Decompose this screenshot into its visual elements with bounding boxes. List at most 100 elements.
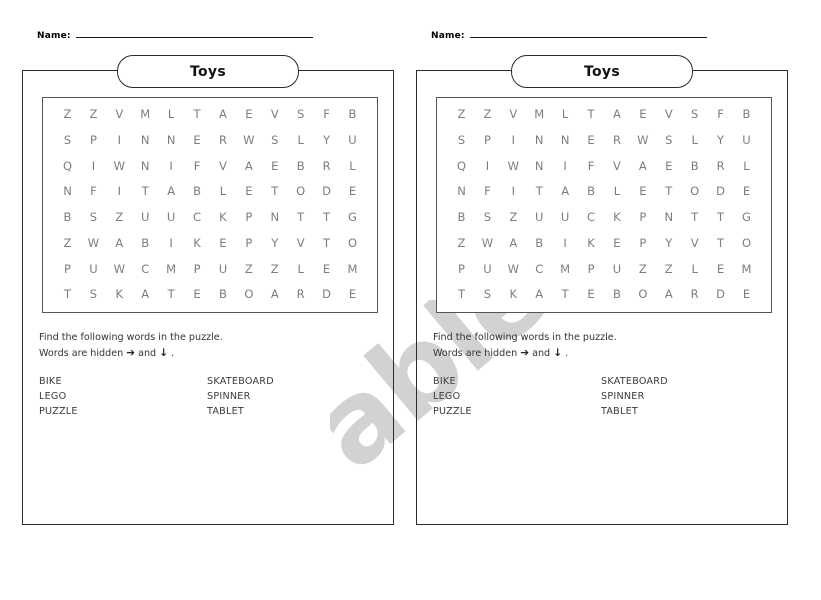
grid-cell: U [560,210,570,225]
word-item: TABLET [207,406,245,417]
grid-cell: W [243,132,255,147]
grid-cell: B [348,107,357,122]
grid-cell: L [219,184,227,199]
grid-cell: E [348,287,357,302]
grid-row: Z W A B I K E P Y V T O [451,231,757,257]
grid-cell: C [193,210,202,225]
grid-cell: M [741,261,752,276]
grid-cell: Y [323,132,331,147]
grid-cell: R [690,287,699,302]
word-list: BIKE SKATEBOARD LEGO SPINNER PUZZLE TABL… [39,374,359,419]
grid-cell: W [507,158,519,173]
grid-cell: N [534,132,544,147]
grid-cell: L [297,261,304,276]
grid-cell: I [511,184,516,199]
grid-cell: O [296,184,306,199]
instructions-line-1: Find the following words in the puzzle. [39,332,223,343]
grid-cell: T [691,210,699,225]
grid-cell: E [665,158,673,173]
grid-cell: K [219,210,227,225]
grid-cell: P [89,132,97,147]
grid-cell: E [245,184,253,199]
grid-cell: Y [717,132,725,147]
grid-cell: B [690,158,699,173]
word-list-row: LEGO SPINNER [39,389,359,404]
grid-cell: U [89,261,98,276]
word-list: BIKE SKATEBOARD LEGO SPINNER PUZZLE TABL… [433,374,753,419]
instructions-suffix: . [168,347,175,359]
grid-cell: F [587,158,595,173]
grid-row: Q I W N I F V A E B R L [451,154,757,180]
word-item: PUZZLE [433,406,472,417]
grid-cell: A [244,158,253,173]
name-field-row: Name: [37,31,313,41]
grid-cell: B [612,287,621,302]
grid-row: S P I N N E R W S L Y U [57,128,363,154]
name-write-line[interactable] [75,36,313,38]
grid-cell: R [716,158,725,173]
word-list-row: BIKE SKATEBOARD [39,374,359,389]
instructions-middle: and [529,347,554,359]
grid-cell: A [613,107,621,122]
instructions: Find the following words in the puzzle. … [39,330,359,361]
grid-cell: B [296,158,305,173]
grid-cell: E [219,235,227,250]
grid-cell: E [613,235,621,250]
grid-row: Z W A B I K E P Y V T O [57,231,363,257]
grid-cell: W [113,158,125,173]
grid-cell: Q [62,158,73,173]
grid-cell: T [193,107,201,122]
grid-cell: S [297,107,305,122]
grid-cell: K [193,235,201,250]
grid-cell: I [563,235,567,250]
arrow-down-icon: ↓ [159,346,169,359]
grid-row: Q I W N I F V A E B R L [57,154,363,180]
grid-cell: L [743,158,750,173]
grid-row: B S Z U U C K P N T T G [57,205,363,231]
page-title: Toys [584,63,620,80]
grid-cell: E [348,184,357,199]
grid-cell: P [458,261,465,276]
grid-row: B S Z U U C K P N T T G [451,205,757,231]
grid-cell: G [742,210,751,225]
grid-cell: F [717,107,724,122]
grid-cell: I [485,158,490,173]
grid-cell: S [63,132,72,147]
grid-cell: R [296,287,305,302]
instructions-line-2: Words are hidden ➔ and ↓ . [433,346,753,362]
word-list-row: PUZZLE TABLET [39,404,359,419]
grid-cell: V [296,235,305,250]
grid-cell: S [89,210,98,225]
grid-cell: N [560,132,570,147]
instructions-line-2: Words are hidden ➔ and ↓ . [39,346,359,362]
grid-cell: W [87,235,100,250]
grid-cell: U [141,210,150,225]
grid-cell: C [141,261,150,276]
grid-cell: T [535,184,543,199]
grid-cell: B [457,210,466,225]
grid-cell: Z [509,210,518,225]
grid-cell: K [587,235,595,250]
grid-cell: Z [89,107,98,122]
grid-cell: L [297,132,304,147]
grid-cell: P [639,235,647,250]
word-item: PUZZLE [39,406,78,417]
grid-cell: R [218,132,227,147]
grid-cell: L [349,158,356,173]
grid-cell: P [245,210,253,225]
grid-cell: Y [665,235,673,250]
grid-row: S P I N N E R W S L Y U [451,128,757,154]
grid-cell: K [509,287,518,302]
grid-cell: S [665,132,673,147]
word-item: BIKE [433,376,456,387]
page-title: Toys [190,63,226,80]
name-write-line[interactable] [469,36,707,38]
grid-cell: U [483,261,492,276]
grid-cell: T [297,210,305,225]
grid-cell: A [167,184,176,199]
grid-cell: E [193,132,201,147]
grid-cell: T [167,287,175,302]
grid-cell: Z [664,261,673,276]
word-item: LEGO [433,391,461,402]
grid-cell: F [484,184,491,199]
